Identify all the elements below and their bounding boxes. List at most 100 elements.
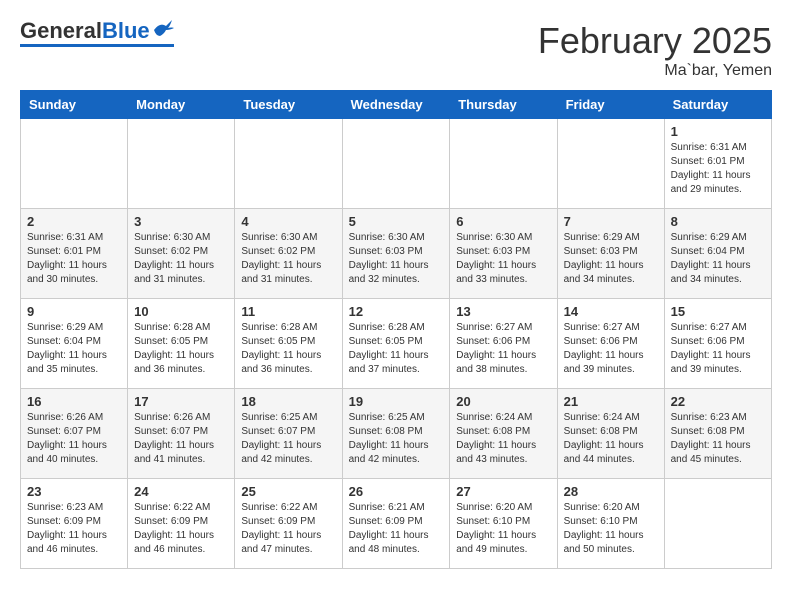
calendar-cell: 25 Sunrise: 6:22 AM Sunset: 6:09 PM Dayli… xyxy=(235,479,342,569)
calendar-cell: 11Sunrise: 6:28 AM Sunset: 6:05 PM Dayli… xyxy=(235,299,342,389)
day-number: 22 xyxy=(671,394,765,409)
calendar-cell: 26 Sunrise: 6:21 AM Sunset: 6:09 PM Dayli… xyxy=(342,479,450,569)
weekday-header-monday: Monday xyxy=(128,91,235,119)
day-info: Sunrise: 6:26 AM Sunset: 6:07 PM Dayligh… xyxy=(27,411,121,467)
logo-underline xyxy=(20,44,174,47)
calendar-cell: 10 Sunrise: 6:28 AM Sunset: 6:05 PM Dayli… xyxy=(128,299,235,389)
calendar-cell xyxy=(342,119,450,209)
day-number: 19 xyxy=(349,394,444,409)
day-info: Sunrise: 6:29 AM Sunset: 6:03 PM Dayligh… xyxy=(564,231,658,287)
day-number: 8 xyxy=(671,214,765,229)
weekday-header-row: SundayMondayTuesdayWednesdayThursdayFrid… xyxy=(21,91,772,119)
day-number: 21 xyxy=(564,394,658,409)
day-number: 7 xyxy=(564,214,658,229)
day-info: Sunrise: 6:30 AM Sunset: 6:02 PM Dayligh… xyxy=(134,231,228,287)
calendar-cell: 18Sunrise: 6:25 AM Sunset: 6:07 PM Dayli… xyxy=(235,389,342,479)
calendar-table: SundayMondayTuesdayWednesdayThursdayFrid… xyxy=(20,90,772,569)
month-title: February 2025 xyxy=(538,20,772,62)
day-info: Sunrise: 6:23 AM Sunset: 6:09 PM Dayligh… xyxy=(27,501,121,557)
calendar-cell: 3 Sunrise: 6:30 AM Sunset: 6:02 PM Daylig… xyxy=(128,209,235,299)
calendar-week-row: 23 Sunrise: 6:23 AM Sunset: 6:09 PM Dayli… xyxy=(21,479,772,569)
calendar-cell: 8 Sunrise: 6:29 AM Sunset: 6:04 PM Daylig… xyxy=(664,209,771,299)
day-number: 9 xyxy=(27,304,121,319)
day-info: Sunrise: 6:28 AM Sunset: 6:05 PM Dayligh… xyxy=(134,321,228,377)
calendar-cell xyxy=(664,479,771,569)
calendar-cell: 23 Sunrise: 6:23 AM Sunset: 6:09 PM Dayli… xyxy=(21,479,128,569)
calendar-cell: 13Sunrise: 6:27 AM Sunset: 6:06 PM Dayli… xyxy=(450,299,557,389)
day-info: Sunrise: 6:22 AM Sunset: 6:09 PM Dayligh… xyxy=(241,501,335,557)
calendar-cell: 15 Sunrise: 6:27 AM Sunset: 6:06 PM Dayli… xyxy=(664,299,771,389)
weekday-header-saturday: Saturday xyxy=(664,91,771,119)
day-info: Sunrise: 6:31 AM Sunset: 6:01 PM Dayligh… xyxy=(671,141,765,197)
logo-bird-icon xyxy=(152,20,174,38)
calendar-cell xyxy=(235,119,342,209)
day-number: 26 xyxy=(349,484,444,499)
day-info: Sunrise: 6:27 AM Sunset: 6:06 PM Dayligh… xyxy=(671,321,765,377)
day-number: 4 xyxy=(241,214,335,229)
day-info: Sunrise: 6:28 AM Sunset: 6:05 PM Dayligh… xyxy=(349,321,444,377)
day-info: Sunrise: 6:30 AM Sunset: 6:03 PM Dayligh… xyxy=(349,231,444,287)
calendar-cell: 17 Sunrise: 6:26 AM Sunset: 6:07 PM Dayli… xyxy=(128,389,235,479)
day-info: Sunrise: 6:20 AM Sunset: 6:10 PM Dayligh… xyxy=(456,501,550,557)
day-number: 10 xyxy=(134,304,228,319)
calendar-cell xyxy=(557,119,664,209)
calendar-cell: 6Sunrise: 6:30 AM Sunset: 6:03 PM Daylig… xyxy=(450,209,557,299)
calendar-cell: 22Sunrise: 6:23 AM Sunset: 6:08 PM Dayli… xyxy=(664,389,771,479)
day-info: Sunrise: 6:27 AM Sunset: 6:06 PM Dayligh… xyxy=(456,321,550,377)
calendar-week-row: 2Sunrise: 6:31 AM Sunset: 6:01 PM Daylig… xyxy=(21,209,772,299)
weekday-header-friday: Friday xyxy=(557,91,664,119)
day-number: 24 xyxy=(134,484,228,499)
calendar-cell: 12Sunrise: 6:28 AM Sunset: 6:05 PM Dayli… xyxy=(342,299,450,389)
day-info: Sunrise: 6:27 AM Sunset: 6:06 PM Dayligh… xyxy=(564,321,658,377)
title-block: February 2025 Ma`bar, Yemen xyxy=(538,20,772,80)
day-number: 3 xyxy=(134,214,228,229)
calendar-cell: 19 Sunrise: 6:25 AM Sunset: 6:08 PM Dayli… xyxy=(342,389,450,479)
day-info: Sunrise: 6:20 AM Sunset: 6:10 PM Dayligh… xyxy=(564,501,658,557)
day-number: 23 xyxy=(27,484,121,499)
day-number: 27 xyxy=(456,484,550,499)
day-info: Sunrise: 6:30 AM Sunset: 6:03 PM Dayligh… xyxy=(456,231,550,287)
calendar-cell xyxy=(128,119,235,209)
calendar-cell: 28 Sunrise: 6:20 AM Sunset: 6:10 PM Dayli… xyxy=(557,479,664,569)
day-info: Sunrise: 6:30 AM Sunset: 6:02 PM Dayligh… xyxy=(241,231,335,287)
calendar-cell xyxy=(21,119,128,209)
calendar-cell: 1 Sunrise: 6:31 AM Sunset: 6:01 PM Daylig… xyxy=(664,119,771,209)
calendar-cell xyxy=(450,119,557,209)
day-info: Sunrise: 6:29 AM Sunset: 6:04 PM Dayligh… xyxy=(671,231,765,287)
day-number: 1 xyxy=(671,124,765,139)
day-info: Sunrise: 6:21 AM Sunset: 6:09 PM Dayligh… xyxy=(349,501,444,557)
logo: GeneralBlue xyxy=(20,20,174,47)
day-number: 5 xyxy=(349,214,444,229)
day-info: Sunrise: 6:25 AM Sunset: 6:08 PM Dayligh… xyxy=(349,411,444,467)
calendar-cell: 14Sunrise: 6:27 AM Sunset: 6:06 PM Dayli… xyxy=(557,299,664,389)
calendar-cell: 9 Sunrise: 6:29 AM Sunset: 6:04 PM Daylig… xyxy=(21,299,128,389)
day-number: 25 xyxy=(241,484,335,499)
calendar-cell: 4 Sunrise: 6:30 AM Sunset: 6:02 PM Daylig… xyxy=(235,209,342,299)
day-number: 2 xyxy=(27,214,121,229)
day-number: 11 xyxy=(241,304,335,319)
logo-text: GeneralBlue xyxy=(20,20,150,42)
page-header: GeneralBlue February 2025 Ma`bar, Yemen xyxy=(20,20,772,80)
day-number: 17 xyxy=(134,394,228,409)
calendar-cell: 21 Sunrise: 6:24 AM Sunset: 6:08 PM Dayli… xyxy=(557,389,664,479)
calendar-cell: 5 Sunrise: 6:30 AM Sunset: 6:03 PM Daylig… xyxy=(342,209,450,299)
day-info: Sunrise: 6:29 AM Sunset: 6:04 PM Dayligh… xyxy=(27,321,121,377)
calendar-week-row: 1 Sunrise: 6:31 AM Sunset: 6:01 PM Daylig… xyxy=(21,119,772,209)
day-info: Sunrise: 6:24 AM Sunset: 6:08 PM Dayligh… xyxy=(564,411,658,467)
day-number: 20 xyxy=(456,394,550,409)
day-info: Sunrise: 6:26 AM Sunset: 6:07 PM Dayligh… xyxy=(134,411,228,467)
weekday-header-wednesday: Wednesday xyxy=(342,91,450,119)
weekday-header-sunday: Sunday xyxy=(21,91,128,119)
day-number: 16 xyxy=(27,394,121,409)
day-number: 28 xyxy=(564,484,658,499)
location: Ma`bar, Yemen xyxy=(538,62,772,80)
weekday-header-tuesday: Tuesday xyxy=(235,91,342,119)
calendar-cell: 24Sunrise: 6:22 AM Sunset: 6:09 PM Dayli… xyxy=(128,479,235,569)
calendar-cell: 2Sunrise: 6:31 AM Sunset: 6:01 PM Daylig… xyxy=(21,209,128,299)
day-number: 15 xyxy=(671,304,765,319)
calendar-cell: 27 Sunrise: 6:20 AM Sunset: 6:10 PM Dayli… xyxy=(450,479,557,569)
calendar-cell: 7 Sunrise: 6:29 AM Sunset: 6:03 PM Daylig… xyxy=(557,209,664,299)
calendar-week-row: 16 Sunrise: 6:26 AM Sunset: 6:07 PM Dayli… xyxy=(21,389,772,479)
weekday-header-thursday: Thursday xyxy=(450,91,557,119)
day-info: Sunrise: 6:25 AM Sunset: 6:07 PM Dayligh… xyxy=(241,411,335,467)
